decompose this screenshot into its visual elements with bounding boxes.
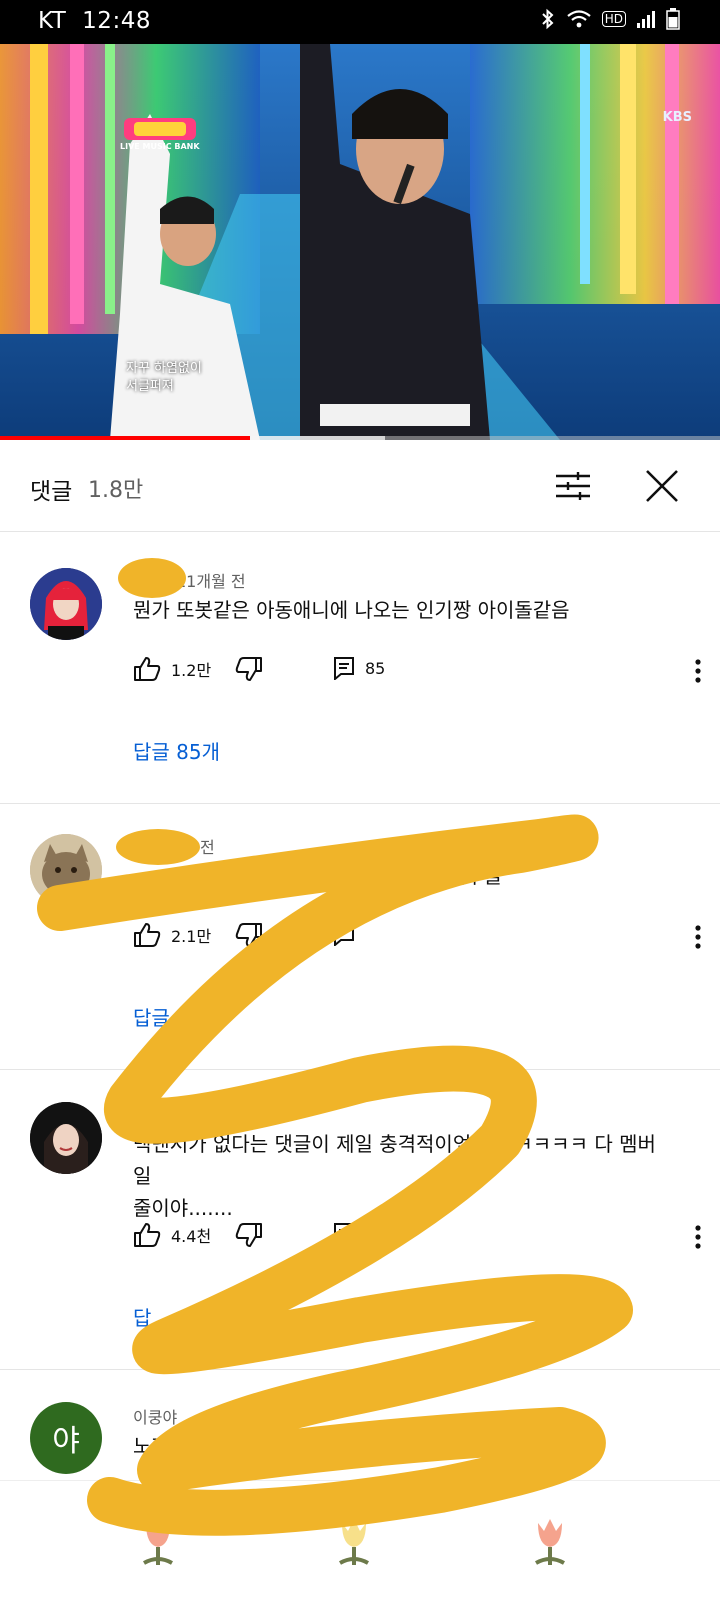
- comment-thread: 전 위해 열심히 연습한 신인배우들 2.1만 답글 2: [0, 804, 720, 1070]
- avatar[interactable]: [30, 1102, 102, 1174]
- like-count: 1.2만: [171, 661, 212, 680]
- comment-time: 전: [200, 838, 215, 857]
- reply-count: 13: [365, 1224, 386, 1244]
- tulip-back-icon: [143, 1519, 173, 1565]
- subtitle-line: 자꾸 하염없이: [126, 361, 202, 376]
- music-bank-logo-icon: [124, 118, 196, 140]
- like-button[interactable]: 2.1만: [133, 922, 211, 948]
- avatar-image: [30, 834, 102, 906]
- close-button[interactable]: [642, 466, 682, 506]
- video-subtitle: 자꾸 하염없이 서글퍼져: [126, 360, 202, 396]
- avatar-letter: 야: [52, 1424, 80, 1459]
- status-left: KT 12:48: [38, 8, 151, 34]
- reply-button[interactable]: 85: [333, 656, 385, 680]
- more-options-button[interactable]: [683, 1220, 713, 1254]
- reply-comment-icon: [334, 923, 354, 946]
- more-options-button[interactable]: [683, 920, 713, 954]
- more-vert-icon: [695, 925, 701, 949]
- comments-title: 댓글: [30, 479, 73, 505]
- thumbs-up-icon: [134, 923, 161, 947]
- dislike-button[interactable]: [235, 1222, 263, 1248]
- more-options-button[interactable]: [683, 654, 713, 688]
- show-logo: LIVE MUSIC BANK: [120, 114, 200, 152]
- bluetooth-icon: [542, 8, 554, 30]
- wifi-icon: [567, 10, 591, 28]
- thumbs-up-icon: [134, 657, 161, 681]
- avatar[interactable]: 야: [30, 1402, 102, 1474]
- comment-text-line: 백댄서가 없다는 댓글이 제일 충격적이었 ㅋㅋㅋㅋㅋㅋ 다 멤버일: [133, 1132, 656, 1188]
- comments-count: 1.8만: [88, 478, 144, 503]
- comment-actions: 2.1만: [133, 922, 701, 952]
- video-player[interactable]: LIVE MUSIC BANK KBS 자꾸 하염없이 서글퍼져: [0, 44, 720, 440]
- subtitle-line: 서글퍼져: [126, 379, 174, 394]
- sort-filter-icon: [556, 472, 590, 500]
- comment-time: 11개월 전: [176, 572, 246, 591]
- like-button[interactable]: 1.2만: [133, 656, 211, 682]
- battery-icon: [666, 8, 680, 30]
- comment-text-line: 줄이야.......: [133, 1196, 233, 1220]
- tulip-recents-icon: [535, 1519, 565, 1565]
- avatar[interactable]: [30, 834, 102, 906]
- comments-header: 댓글 1.8만: [0, 440, 720, 532]
- reply-button[interactable]: 13: [333, 1222, 385, 1246]
- bottom-navigation: [0, 1480, 720, 1600]
- carrier: KT: [38, 8, 67, 34]
- status-bar: KT 12:48 HD: [0, 0, 720, 44]
- view-replies-link[interactable]: 답글 85개: [133, 736, 220, 765]
- thumbs-down-icon: [235, 657, 262, 681]
- more-vert-icon: [695, 1225, 701, 1249]
- status-icons: HD: [540, 8, 680, 30]
- nav-recents-button[interactable]: [520, 1501, 580, 1571]
- dislike-button[interactable]: [235, 656, 263, 682]
- like-button[interactable]: 4.4천: [133, 1222, 211, 1248]
- comment-thread: 개월 전 백댄서가 없다는 댓글이 제일 충격적이었 ㅋㅋㅋㅋㅋㅋ 다 멤버일 …: [0, 1070, 720, 1370]
- comment-text: 백댄서가 없다는 댓글이 제일 충격적이었 ㅋㅋㅋㅋㅋㅋ 다 멤버일 줄이야..…: [133, 1128, 670, 1224]
- sort-button[interactable]: [550, 466, 596, 506]
- close-icon: [646, 470, 678, 502]
- comment-text: 뭔가 또봇같은 아동애니에 나오는 인기짱 아이돌같음: [133, 598, 570, 622]
- channel-watermark: KBS: [662, 110, 692, 125]
- thumbs-up-icon: [134, 1223, 161, 1247]
- comment-author: 이쿵야: [133, 1408, 178, 1427]
- like-count: 2.1만: [171, 927, 212, 946]
- view-replies-link[interactable]: 답: [133, 1302, 151, 1331]
- comment-actions: 4.4천 13: [133, 1222, 701, 1252]
- reply-button[interactable]: [333, 922, 355, 946]
- like-count: 4.4천: [171, 1227, 212, 1246]
- comment-text: 위해 열심히 연습한 신인배우들: [244, 864, 503, 888]
- reply-comment-icon: [334, 1223, 354, 1246]
- view-replies-link[interactable]: 답글 2: [133, 1002, 189, 1031]
- more-vert-icon: [695, 659, 701, 683]
- nav-back-button[interactable]: [128, 1501, 188, 1571]
- hd-badge: HD: [601, 11, 626, 27]
- avatar[interactable]: [30, 568, 102, 640]
- avatar-image: [30, 568, 102, 640]
- reply-comment-icon: [334, 657, 354, 680]
- dislike-button[interactable]: [235, 922, 263, 948]
- comment-text: 노래는 벅찬 화면에 나오는 아이가 받는다: [133, 1434, 478, 1458]
- comment-time: 개월 전: [186, 1108, 236, 1127]
- signal-icon: [637, 11, 655, 28]
- comment-actions: 1.2만 85: [133, 656, 701, 686]
- thumbs-down-icon: [235, 923, 262, 947]
- show-logo-text: LIVE MUSIC BANK: [120, 142, 200, 151]
- nav-home-button[interactable]: [324, 1501, 384, 1571]
- avatar-image: [30, 1102, 102, 1174]
- thumbs-down-icon: [235, 1223, 262, 1247]
- tulip-home-icon: [339, 1519, 369, 1565]
- reply-count: 85: [365, 658, 386, 678]
- comment-thread: 야 이쿵야 노래는 벅찬 화면에 나오는 아이가 받는다: [0, 1370, 720, 1480]
- comment-thread: 11개월 전 뭔가 또봇같은 아동애니에 나오는 인기짱 아이돌같음 1.2만 …: [0, 538, 720, 804]
- video-frame: [0, 44, 720, 440]
- clock: 12:48: [82, 8, 151, 34]
